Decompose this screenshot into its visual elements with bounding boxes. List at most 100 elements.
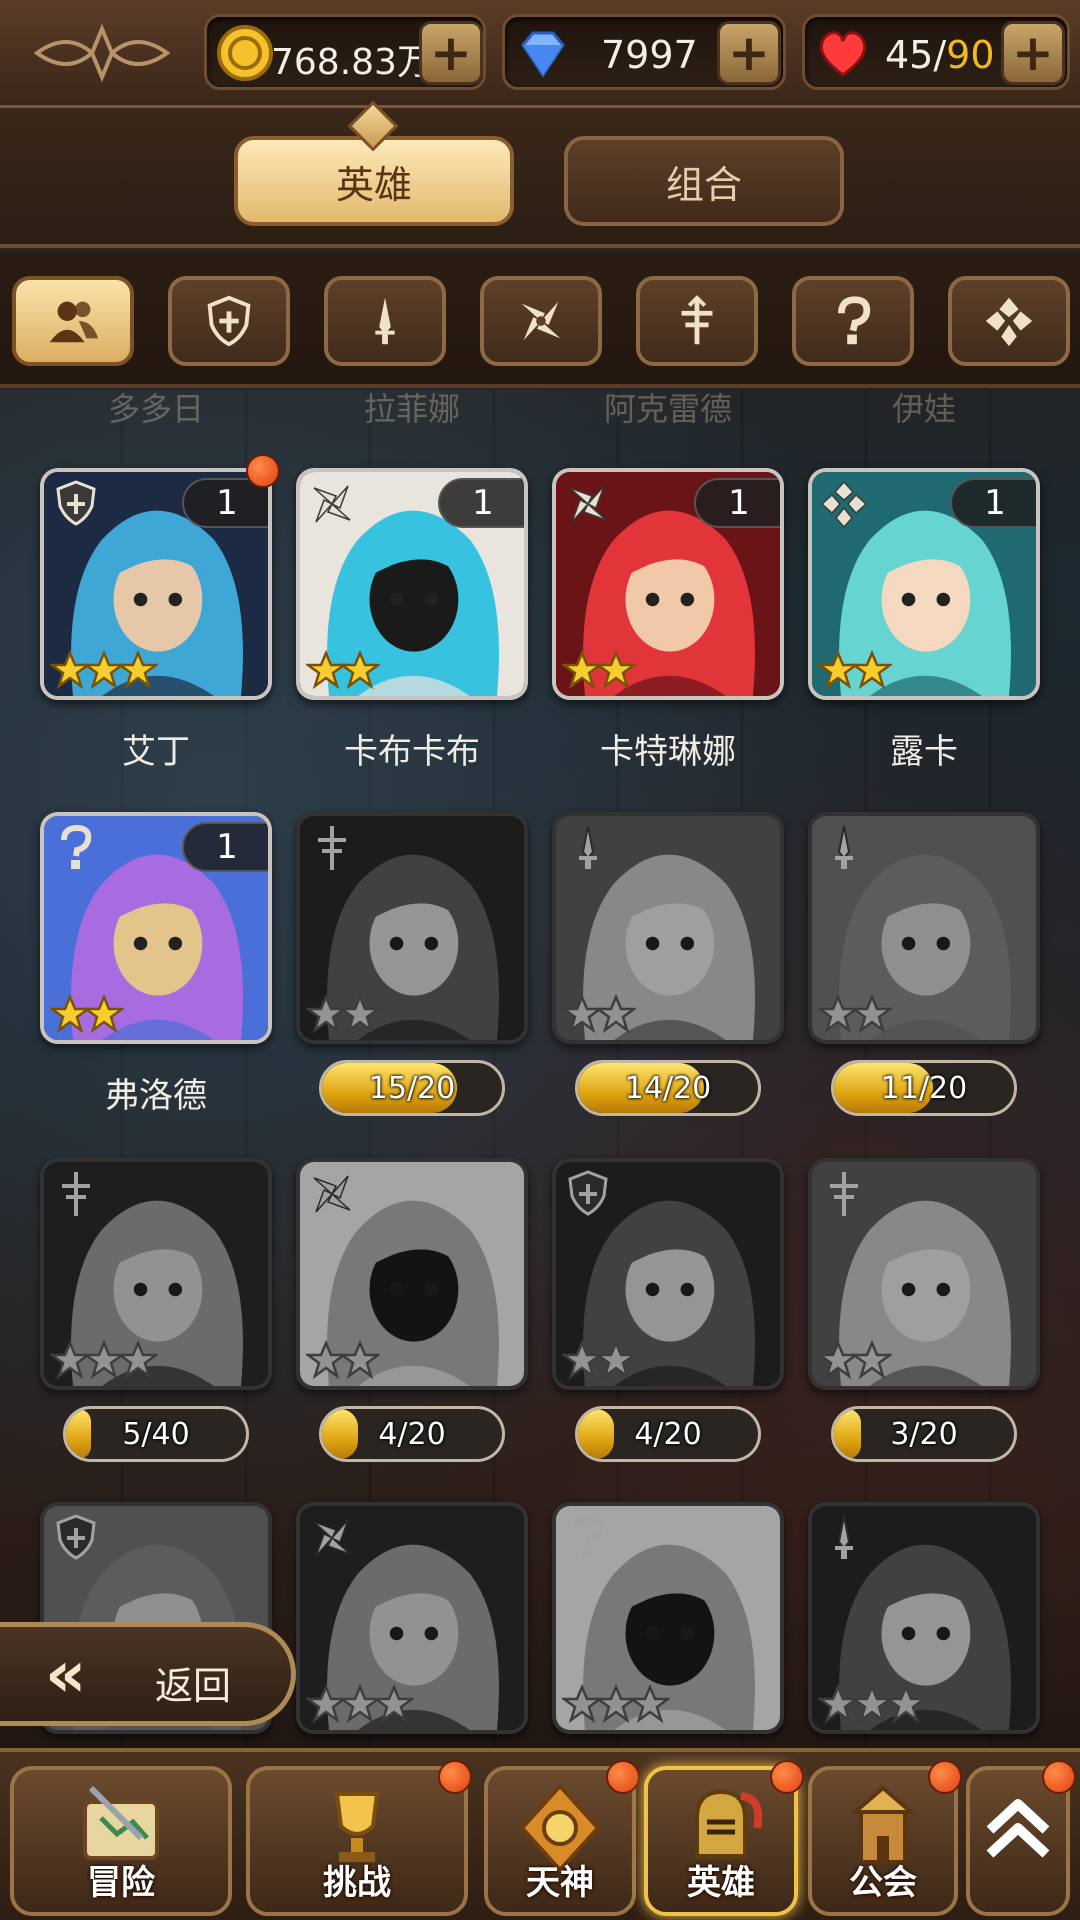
star-rating (818, 650, 892, 690)
shuriken-class-icon (313, 1175, 351, 1213)
star-icon (852, 650, 892, 690)
locked-hero-card[interactable] (296, 1158, 528, 1390)
cross-staff-class-icon (830, 1172, 858, 1216)
locked-hero-card[interactable] (552, 812, 784, 1044)
filter-shuriken-button[interactable] (480, 276, 602, 366)
notification-dot (606, 1760, 640, 1794)
class-filter-bar (0, 252, 1080, 388)
add-gold-button[interactable]: + (419, 21, 483, 85)
progress-text: 5/40 (122, 1416, 190, 1452)
filter-sword-button[interactable] (324, 276, 446, 366)
notification-dot (770, 1760, 804, 1794)
shard-progress-bar: 5/40 (63, 1406, 249, 1462)
star-rating (818, 994, 892, 1034)
back-chevron-icon: « (45, 1638, 87, 1712)
filter-all-button[interactable] (12, 276, 134, 366)
filter-cross-staff-button[interactable] (636, 276, 758, 366)
locked-hero-card[interactable] (808, 1158, 1040, 1390)
filter-question-button[interactable] (792, 276, 914, 366)
shuriken-class-icon (569, 485, 607, 523)
star-rating (50, 994, 124, 1034)
nav-challenge[interactable]: 挑战 (246, 1760, 472, 1916)
locked-hero-card[interactable] (296, 812, 528, 1044)
progress-text: 14/20 (624, 1070, 712, 1106)
locked-hero-card[interactable] (808, 1502, 1040, 1734)
locked-hero-card[interactable] (808, 812, 1040, 1044)
nav-heroes[interactable]: 英雄 (644, 1760, 804, 1916)
nav-guild-label: 公会 (849, 1863, 917, 1903)
star-icon (118, 1340, 158, 1380)
shield-class-icon (568, 1170, 608, 1216)
cross-staff-class-icon (681, 295, 713, 345)
nav-heroes-label: 英雄 (687, 1863, 755, 1903)
add-stamina-button[interactable]: + (1001, 21, 1065, 85)
nav-adventure[interactable]: 冒险 (10, 1766, 232, 1916)
star-icon (118, 650, 158, 690)
hero-count-badge: 1 (694, 478, 780, 528)
shard-progress-bar: 4/20 (319, 1406, 505, 1462)
star-icon (596, 1340, 636, 1380)
shard-progress-bar: 4/20 (575, 1406, 761, 1462)
star-rating (818, 1684, 926, 1724)
hero-card[interactable]: 1 (808, 468, 1040, 700)
tab-combos[interactable]: 组合 (564, 136, 844, 226)
sword-class-icon (579, 825, 597, 869)
star-rating (562, 1684, 670, 1724)
star-icon (374, 1684, 414, 1724)
progress-text: 4/20 (378, 1416, 446, 1452)
star-icon (852, 994, 892, 1034)
nav-guild[interactable]: 公会 (808, 1760, 962, 1916)
hero-card[interactable]: 1 (40, 468, 272, 700)
filter-shield-button[interactable] (168, 276, 290, 366)
stamina-value: 45/90 (885, 33, 995, 77)
shard-progress-bar: 11/20 (831, 1060, 1017, 1116)
shuriken-class-icon (313, 485, 351, 523)
scrolled-hero-name: 伊娃 (891, 390, 956, 428)
cross-staff-class-icon (62, 1172, 90, 1216)
filter-clover-button[interactable] (948, 276, 1070, 366)
hero-name: 卡特琳娜 (600, 732, 736, 772)
nav-deity[interactable]: 天神 (484, 1760, 640, 1916)
progress-text: 3/20 (890, 1416, 958, 1452)
hero-name: 艾丁 (122, 732, 190, 772)
menu-emblem-icon[interactable] (22, 18, 182, 88)
star-rating (306, 994, 380, 1034)
diamond-counter: 7997 + (502, 14, 786, 90)
star-rating (306, 1340, 380, 1380)
nav-challenge-label: 挑战 (323, 1863, 391, 1903)
hero-name: 弗洛德 (105, 1076, 207, 1116)
hero-card[interactable]: 1 (40, 812, 272, 1044)
shield-class-icon (56, 1514, 96, 1560)
locked-hero-card[interactable] (552, 1502, 784, 1734)
tab-bar: 英雄 组合 (0, 108, 1080, 248)
scrolled-hero-name: 多多日 (107, 390, 204, 428)
star-rating (818, 1340, 892, 1380)
sword-class-icon (835, 1515, 853, 1559)
star-icon (886, 1684, 926, 1724)
nav-deity-label: 天神 (526, 1863, 594, 1903)
clover-class-icon (820, 480, 868, 529)
star-icon (340, 994, 380, 1034)
star-icon (340, 650, 380, 690)
hero-count-badge: 1 (182, 822, 268, 872)
all-heroes-icon (49, 301, 99, 343)
hero-card[interactable]: 1 (552, 468, 784, 700)
hero-card[interactable]: 1 (296, 468, 528, 700)
nav-adventure-label: 冒险 (87, 1863, 155, 1903)
back-button[interactable]: « 返回 (0, 1622, 296, 1726)
locked-hero-card[interactable] (296, 1502, 528, 1734)
scrolled-hero-name: 拉菲娜 (363, 390, 460, 428)
heart-icon (813, 23, 873, 83)
add-diamond-button[interactable]: + (717, 21, 781, 85)
back-button-label: 返回 (155, 1664, 232, 1708)
star-rating (562, 994, 636, 1034)
progress-text: 4/20 (634, 1416, 702, 1452)
shield-class-icon (56, 480, 96, 526)
locked-hero-card[interactable] (40, 1158, 272, 1390)
notification-dot (438, 1760, 472, 1794)
star-icon (596, 650, 636, 690)
bottom-navigation: 冒险 挑战 天神 英雄 公会 (0, 1748, 1080, 1920)
star-icon (630, 1684, 670, 1724)
locked-hero-card[interactable] (552, 1158, 784, 1390)
nav-expand-button[interactable] (966, 1760, 1076, 1916)
